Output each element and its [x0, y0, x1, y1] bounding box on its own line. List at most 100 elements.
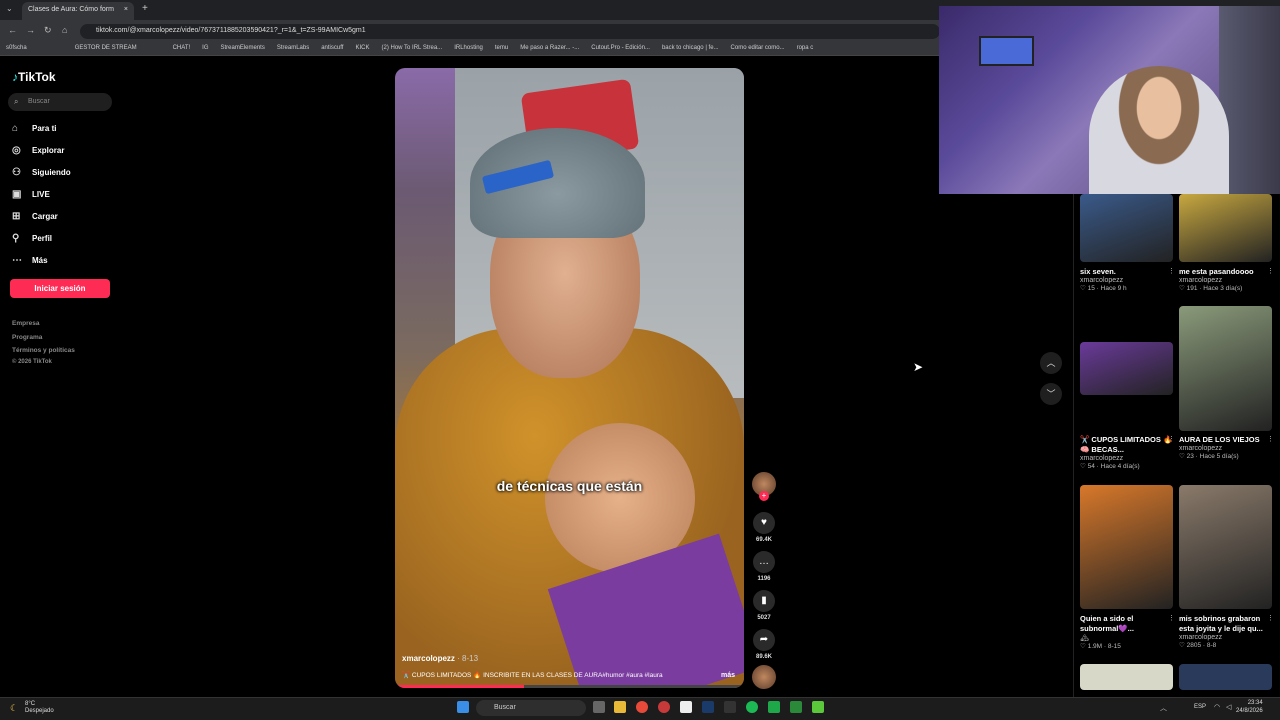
more-options-icon[interactable]: ⋮ [1168, 435, 1175, 443]
browser-tab[interactable]: Clases de Aura: Cómo form × [22, 2, 134, 20]
windows-start-icon[interactable] [457, 701, 469, 713]
recommended-video-info[interactable]: me esta pasandoooo xmarcolopezz ♡ 191 · Ha… [1179, 267, 1272, 292]
recommended-title: Quien a sido el subnormal💜... [1080, 614, 1134, 633]
new-tab-icon[interactable]: + [142, 3, 148, 14]
recommended-video-info[interactable]: AURA DE LOS VIEJOS xmarcolopezz ♡ 23 · Hac… [1179, 435, 1272, 460]
login-button[interactable]: Iniciar sesión [10, 279, 110, 298]
sidebar-item-siguiendo[interactable]: ⚇ Siguiendo [12, 167, 71, 178]
bookmark-item[interactable]: temu [495, 45, 508, 51]
sidebar-item-mas[interactable]: ⋯ Más [12, 255, 48, 266]
sound-avatar[interactable] [752, 665, 776, 689]
more-options-icon[interactable]: ⋮ [1168, 267, 1175, 275]
bookmark-item[interactable]: IRLhosting [454, 45, 483, 51]
file-explorer-icon[interactable] [614, 701, 626, 713]
home-browser-icon[interactable]: ⌂ [62, 25, 67, 35]
mouse-cursor-icon: ➤ [913, 360, 924, 374]
tab-list-icon[interactable]: ⌄ [6, 4, 13, 13]
recommended-thumbnail[interactable] [1179, 485, 1272, 609]
bookmark-item[interactable]: StreamElements [221, 45, 265, 51]
minecraft-icon[interactable] [812, 701, 824, 713]
sidebar-item-live[interactable]: ▣ LIVE [12, 189, 50, 200]
video-player[interactable]: de técnicas que están xmarcolopezz · 8-1… [395, 68, 744, 688]
following-icon: ⚇ [12, 167, 21, 178]
close-tab-icon[interactable]: × [124, 6, 128, 13]
bookmark-item[interactable]: antiscuff [321, 45, 343, 51]
footer-link-programa[interactable]: Programa [12, 334, 42, 341]
previous-video-button[interactable]: ︿ [1040, 352, 1062, 374]
sidebar-item-para-ti[interactable]: ⌂ Para ti [12, 123, 56, 134]
bookmark-item[interactable]: IG [202, 45, 208, 51]
language-indicator[interactable]: ESP [1194, 704, 1206, 710]
video-author[interactable]: xmarcolopezz · 8-13 [402, 654, 478, 663]
more-options-icon[interactable]: ⋮ [1267, 267, 1274, 275]
footer-link-terms[interactable]: Términos y políticas [12, 347, 75, 354]
reload-icon[interactable]: ↻ [44, 25, 52, 36]
weather-widget[interactable]: 8°C Despejado [25, 701, 54, 715]
tray-chevron-icon[interactable]: ︿ [1160, 703, 1167, 713]
wifi-icon[interactable]: ◠ [1214, 703, 1220, 711]
next-video-button[interactable]: ﹀ [1040, 383, 1062, 405]
excel-icon[interactable] [790, 701, 802, 713]
recommended-user: xmarcolopezz [1179, 634, 1223, 641]
tiktok-logo[interactable]: ♪TikTok [12, 70, 56, 84]
bookmark-item[interactable]: Como editar como... [731, 45, 785, 51]
recommended-user: 🏔 [1080, 635, 1089, 642]
sidebar-item-label: Explorar [32, 146, 65, 155]
bookmark-item[interactable]: (2) How To IRL Strea... [381, 45, 442, 51]
recommended-thumbnail[interactable] [1080, 342, 1173, 395]
search-input[interactable]: Buscar [8, 93, 112, 111]
back-icon[interactable]: ← [8, 25, 17, 35]
app-icon[interactable] [724, 701, 736, 713]
video-description: ✂️ CUPOS LIMITADOS 🔥 INSCRIBITE EN LAS C… [402, 672, 663, 679]
capcut-icon[interactable] [680, 701, 692, 713]
bookmark-item[interactable]: StreamLabs [277, 45, 309, 51]
footer-link-empresa[interactable]: Empresa [12, 320, 39, 327]
recommended-thumbnail[interactable] [1080, 485, 1173, 609]
bookmark-item[interactable]: Cutout.Pro - Edición... [591, 45, 650, 51]
save-button[interactable]: ▮ 5027 [752, 590, 776, 621]
share-button[interactable]: ➦ 89.6K [752, 629, 776, 660]
photoshop-icon[interactable] [702, 701, 714, 713]
recommended-meta: ♡ 191 · Hace 3 día(s) [1179, 285, 1243, 292]
volume-icon[interactable]: ◁ [1226, 703, 1231, 711]
forward-icon[interactable]: → [26, 25, 35, 35]
comment-button[interactable]: … 1196 [752, 551, 776, 582]
bookmark-item[interactable]: GESTOR DE STREAM [75, 45, 137, 51]
recommended-video-info[interactable]: ✂️ CUPOS LIMITADOS 🔥 🧠 BECAS... xmarcolop… [1080, 435, 1173, 470]
recommended-video-info[interactable]: Quien a sido el subnormal💜... 🏔 ♡ 1.9M · 8… [1080, 614, 1173, 650]
taskbar-search[interactable]: Buscar [476, 700, 586, 716]
bookmark-item[interactable]: back to chicago | fe... [662, 45, 719, 51]
clock[interactable]: 23:34 24/8/2026 [1236, 699, 1263, 715]
bookmark-item[interactable]: KICK [355, 45, 369, 51]
task-view-icon[interactable] [593, 701, 605, 713]
bookmark-item[interactable]: ropa c [797, 45, 814, 51]
chrome-icon[interactable] [636, 701, 648, 713]
recommended-meta: ♡ 2805 · 8-8 [1179, 642, 1217, 649]
sidebar-item-perfil[interactable]: ⚲ Perfil [12, 233, 52, 244]
recommended-video-info[interactable]: six seven. xmarcolopezz ♡ 15 · Hace 9 h [1080, 267, 1173, 292]
recommended-thumbnail[interactable] [1080, 194, 1173, 262]
sidebar-item-cargar[interactable]: ⊞ Cargar [12, 211, 58, 222]
sidebar-item-explorar[interactable]: ◎ Explorar [12, 145, 64, 156]
spotify-icon[interactable] [746, 701, 758, 713]
follow-plus-icon[interactable]: + [759, 491, 769, 501]
recommended-thumbnail[interactable] [1179, 664, 1272, 690]
more-options-icon[interactable]: ⋮ [1168, 614, 1175, 622]
recommended-thumbnail[interactable] [1080, 664, 1173, 690]
moon-icon: ☾ [10, 703, 19, 713]
bookmark-item[interactable]: Me paso a Razer... -... [520, 45, 579, 51]
video-progress-bar[interactable] [395, 685, 744, 688]
footer-copyright: © 2026 TikTok [12, 359, 52, 365]
bookmark-item[interactable]: s0fscha [6, 45, 27, 51]
app-green-icon[interactable] [768, 701, 780, 713]
recommended-thumbnail[interactable] [1179, 194, 1272, 262]
url-input[interactable]: tiktok.com/@xmarcolopezz/video/767371188… [80, 24, 940, 39]
recommended-video-info[interactable]: mis sobrinos grabaron esta joyita y le d… [1179, 614, 1272, 649]
obs-icon[interactable] [658, 701, 670, 713]
more-options-icon[interactable]: ⋮ [1267, 614, 1274, 622]
like-button[interactable]: ♥ 69.4K [752, 512, 776, 543]
more-options-icon[interactable]: ⋮ [1267, 435, 1274, 443]
recommended-thumbnail[interactable] [1179, 306, 1272, 431]
bookmark-item[interactable]: CHAT! [173, 45, 191, 51]
more-description-button[interactable]: más [721, 672, 735, 679]
